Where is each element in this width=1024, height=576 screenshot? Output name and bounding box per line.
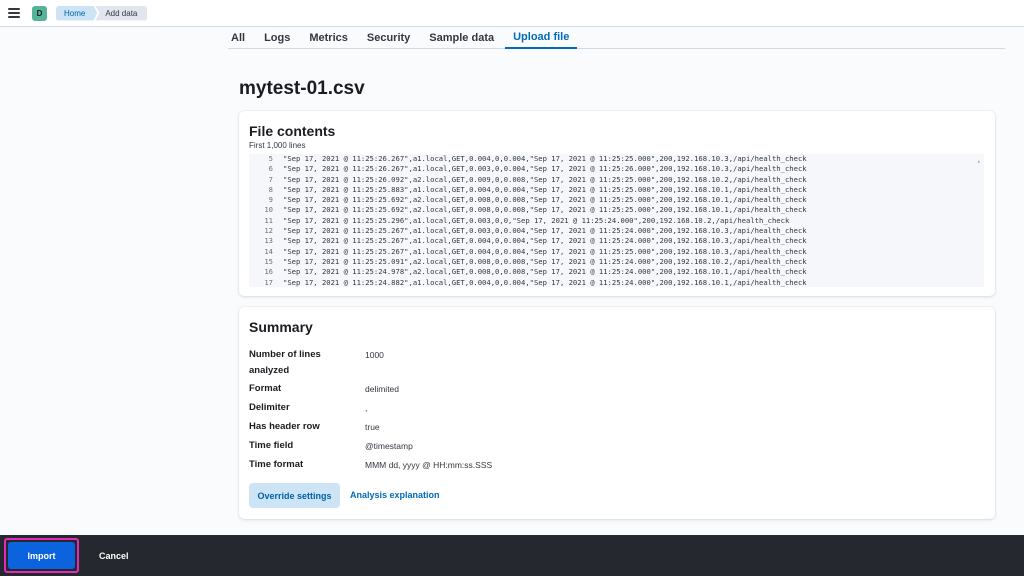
line-text: "Sep 17, 2021 @ 11:25:24.978",a2.local,G…	[283, 267, 807, 277]
summary-label: Has header row	[249, 421, 320, 432]
line-text: "Sep 17, 2021 @ 11:25:25.692",a2.local,G…	[283, 195, 807, 205]
cancel-button[interactable]: Cancel	[99, 551, 129, 561]
override-settings-button[interactable]: Override settings	[249, 483, 340, 508]
code-line: 15 "Sep 17, 2021 @ 11:25:25.091",a2.local…	[249, 257, 984, 267]
line-text: "Sep 17, 2021 @ 11:25:26.267",a1.local,G…	[283, 164, 807, 174]
summary-label: Format	[249, 383, 282, 394]
line-text: "Sep 17, 2021 @ 11:25:25.267",a1.local,G…	[283, 226, 807, 236]
summary-label: Time field	[249, 440, 294, 451]
code-line: 6 "Sep 17, 2021 @ 11:25:26.267",a1.local,…	[249, 164, 984, 174]
tab-upload-file[interactable]: Upload file	[505, 27, 578, 49]
tab-metrics[interactable]: Metrics	[301, 27, 356, 49]
code-line: 7 "Sep 17, 2021 @ 11:25:26.092",a2.local,…	[249, 175, 984, 185]
summary-value: ,	[365, 403, 368, 413]
space-avatar[interactable]: D	[32, 5, 47, 21]
summary-row-header: Has header row true	[249, 419, 380, 435]
summary-row-lines: Number of lines analyzed 1000	[249, 347, 384, 379]
tab-all[interactable]: All	[228, 27, 253, 49]
summary-value: true	[365, 422, 380, 432]
file-contents-code[interactable]: 5 "Sep 17, 2021 @ 11:25:26.267",a1.local,…	[249, 154, 984, 287]
tab-logs[interactable]: Logs	[256, 27, 298, 49]
page-title: mytest-01.csv	[239, 78, 365, 99]
summary-label: Number of lines analyzed	[249, 349, 321, 376]
summary-value: 1000	[365, 350, 384, 360]
line-text: "Sep 17, 2021 @ 11:25:25.091",a2.local,G…	[283, 256, 807, 266]
line-number: 6	[268, 164, 273, 174]
code-line: 10 "Sep 17, 2021 @ 11:25:25.692",a2.local…	[249, 205, 984, 215]
data-tabs: All Logs Metrics Security Sample data Up…	[228, 27, 1005, 49]
line-number: 7	[268, 174, 273, 184]
line-text: "Sep 17, 2021 @ 11:25:24.882",a1.local,G…	[283, 277, 807, 287]
code-line: 17 "Sep 17, 2021 @ 11:25:24.882",a1.local…	[249, 278, 984, 287]
line-text: "Sep 17, 2021 @ 11:25:26.092",a2.local,G…	[283, 174, 807, 184]
code-line: 14 "Sep 17, 2021 @ 11:25:25.267",a1.local…	[249, 247, 984, 257]
tab-sample-data[interactable]: Sample data	[421, 27, 502, 49]
breadcrumb-home[interactable]: Home	[56, 6, 97, 21]
line-number: 11	[264, 215, 273, 225]
import-button-label: Import	[8, 542, 75, 569]
line-text: "Sep 17, 2021 @ 11:25:25.692",a2.local,G…	[283, 205, 807, 215]
summary-row-time-field: Time field @timestamp	[249, 438, 413, 454]
summary-title: Summary	[249, 319, 313, 335]
code-line: 9 "Sep 17, 2021 @ 11:25:25.692",a2.local,…	[249, 195, 984, 205]
code-line: 16 "Sep 17, 2021 @ 11:25:24.978",a2.local…	[249, 267, 984, 277]
file-contents-subtitle: First 1,000 lines	[249, 141, 306, 150]
code-line: 5 "Sep 17, 2021 @ 11:25:26.267",a1.local,…	[249, 154, 984, 164]
summary-row-format: Format delimited	[249, 381, 399, 397]
line-number: 17	[264, 277, 273, 287]
summary-panel: Summary Number of lines analyzed 1000 Fo…	[239, 307, 995, 519]
summary-value: @timestamp	[365, 441, 413, 451]
line-text: "Sep 17, 2021 @ 11:25:25.296",a1.local,G…	[283, 215, 790, 225]
menu-icon[interactable]	[8, 8, 20, 18]
line-number: 16	[264, 267, 273, 277]
summary-value: MMM dd, yyyy @ HH:mm:ss.SSS	[365, 460, 493, 470]
top-header: D Home Add data	[0, 0, 1024, 27]
tab-security[interactable]: Security	[359, 27, 418, 49]
line-number: 10	[264, 205, 273, 215]
line-number: 12	[264, 226, 273, 236]
breadcrumb: Home Add data	[56, 5, 148, 21]
bottom-bar: Import Cancel	[0, 535, 1024, 576]
line-text: "Sep 17, 2021 @ 11:25:25.267",a1.local,G…	[283, 246, 807, 256]
line-number: 8	[268, 184, 273, 194]
scroll-indicator-icon[interactable]: ▴	[977, 158, 981, 165]
code-line: 13 "Sep 17, 2021 @ 11:25:25.267",a1.local…	[249, 236, 984, 246]
summary-label: Delimiter	[249, 402, 290, 413]
line-number: 14	[264, 246, 273, 256]
line-number: 13	[264, 236, 273, 246]
import-button[interactable]: Import	[4, 538, 79, 573]
file-contents-title: File contents	[249, 123, 336, 139]
summary-row-delimiter: Delimiter ,	[249, 400, 367, 416]
breadcrumb-add-data: Add data	[95, 5, 148, 21]
line-number: 9	[268, 195, 273, 205]
line-number: 5	[268, 154, 273, 163]
line-number: 15	[264, 256, 273, 266]
code-line: 11 "Sep 17, 2021 @ 11:25:25.296",a1.local…	[249, 216, 984, 226]
code-line: 8 "Sep 17, 2021 @ 11:25:25.883",a1.local,…	[249, 185, 984, 195]
line-text: "Sep 17, 2021 @ 11:25:25.883",a1.local,G…	[283, 184, 807, 194]
file-contents-panel: File contents First 1,000 lines 5 "Sep 17…	[239, 111, 995, 296]
line-text: "Sep 17, 2021 @ 11:25:26.267",a1.local,G…	[283, 154, 807, 163]
line-text: "Sep 17, 2021 @ 11:25:25.267",a1.local,G…	[283, 236, 807, 246]
summary-row-time-format: Time format MMM dd, yyyy @ HH:mm:ss.SSS	[249, 457, 492, 473]
summary-value: delimited	[365, 384, 400, 394]
analysis-explanation-link[interactable]: Analysis explanation	[350, 490, 440, 500]
summary-label: Time format	[249, 459, 304, 470]
code-line: 12 "Sep 17, 2021 @ 11:25:25.267",a1.local…	[249, 226, 984, 236]
